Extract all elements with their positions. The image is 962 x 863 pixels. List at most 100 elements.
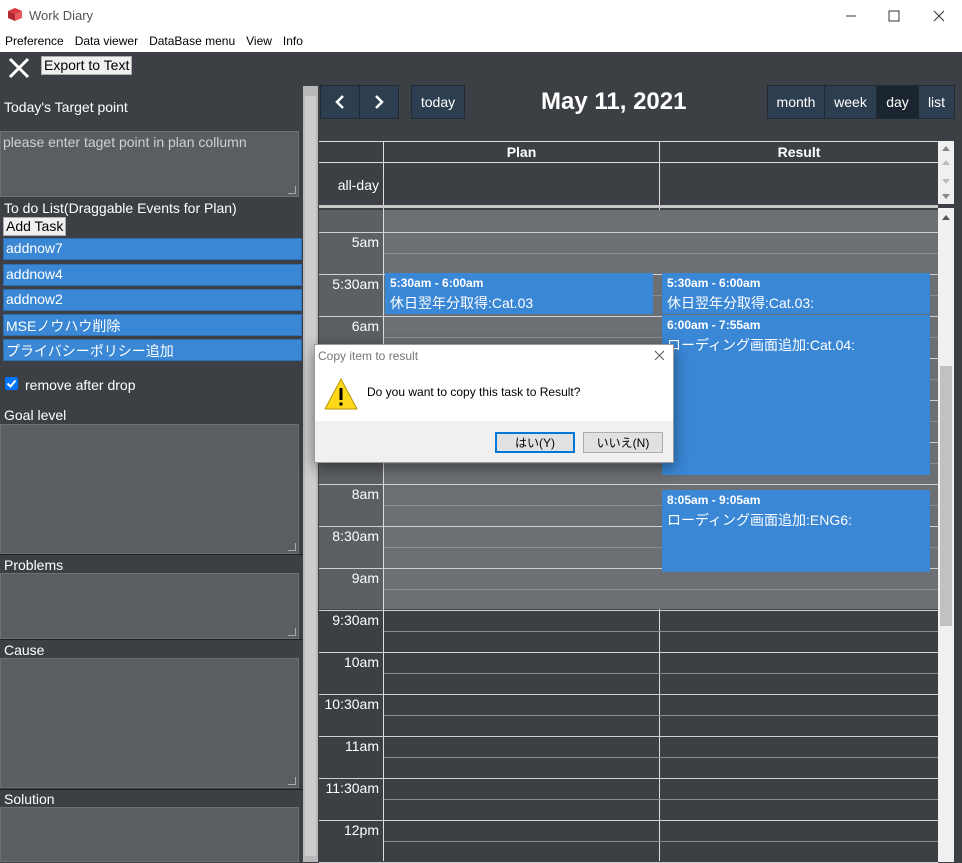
export-to-text-button[interactable]: Export to Text (41, 56, 133, 75)
scrollbar-thumb[interactable] (305, 96, 316, 856)
event-title: ローディング画面追加:Cat.04: (667, 337, 856, 353)
solution-input[interactable] (0, 807, 299, 862)
cause-input[interactable] (0, 658, 299, 788)
goal-level-input[interactable] (0, 424, 299, 554)
dialog-title: Copy item to result (318, 349, 419, 363)
time-label: 11am (345, 738, 379, 754)
allday-divider (319, 205, 938, 208)
result-event-3[interactable]: 8:05am - 9:05am ローディング画面追加:ENG6: (662, 490, 930, 572)
today-button[interactable]: today (411, 85, 465, 119)
chevron-right-icon (375, 95, 384, 109)
scroll-up-icon[interactable] (938, 208, 954, 224)
time-label: 6am (351, 318, 379, 334)
panel-scrollbar[interactable] (303, 86, 318, 862)
event-title: 休日翌年分取得:Cat.03: (667, 295, 815, 311)
time-label: 12pm (343, 822, 379, 838)
column-header-plan: Plan (506, 144, 537, 160)
event-time: 5:30am - 6:00am (667, 276, 761, 290)
window-title: Work Diary (29, 8, 94, 23)
next-button[interactable] (359, 85, 399, 119)
slot-line (319, 232, 938, 233)
remove-after-drop-checkbox[interactable] (5, 377, 18, 390)
add-task-button[interactable]: Add Task (3, 217, 67, 236)
todo-item-1[interactable]: addnow7 (3, 238, 302, 260)
event-time: 5:30am - 6:00am (390, 276, 484, 290)
minor-slot-line (384, 631, 938, 632)
divider (0, 639, 303, 640)
yes-button[interactable]: はい(Y) (495, 432, 575, 453)
column-header-result: Result (777, 144, 821, 160)
resize-grip-icon[interactable] (288, 186, 296, 194)
slot-line (319, 778, 938, 779)
title-bar: Work Diary (0, 0, 962, 32)
todo-item-3[interactable]: addnow2 (3, 289, 302, 311)
slot-line (319, 820, 938, 821)
menu-preference[interactable]: Preference (0, 32, 70, 52)
resize-grip-icon[interactable] (288, 628, 296, 636)
view-list-button[interactable]: list (918, 85, 955, 119)
todo-label: To do List(Draggable Events for Plan) (4, 200, 237, 216)
dialog-message: Do you want to copy this task to Result? (367, 385, 581, 399)
problems-label: Problems (4, 557, 64, 573)
target-input[interactable]: please enter taget point in plan collumn (0, 131, 299, 197)
left-panel: Export to Text Today's Target point plea… (0, 52, 303, 862)
close-icon[interactable] (916, 0, 962, 32)
chevron-left-icon (335, 95, 344, 109)
view-day-button[interactable]: day (876, 85, 919, 119)
allday-label: all-day (337, 177, 379, 193)
maximize-icon[interactable] (871, 0, 917, 32)
resize-grip-icon[interactable] (288, 543, 296, 551)
menu-info[interactable]: Info (278, 32, 309, 52)
menu-data-viewer[interactable]: Data viewer (70, 32, 144, 52)
no-button[interactable]: いいえ(N) (583, 432, 663, 453)
menu-database[interactable]: DataBase menu (144, 32, 241, 52)
result-event-1[interactable]: 5:30am - 6:00am 休日翌年分取得:Cat.03: (662, 273, 930, 314)
goal-level-label: Goal level (4, 407, 67, 423)
minor-slot-line (384, 673, 938, 674)
result-event-2[interactable]: 6:00am - 7:55am ローディング画面追加:Cat.04: (662, 315, 930, 475)
checkmark-icon (6, 379, 17, 388)
minor-slot-line (384, 799, 938, 800)
event-title: ローディング画面追加:ENG6: (667, 512, 852, 528)
view-week-button[interactable]: week (824, 85, 877, 119)
time-label: 10:30am (324, 696, 379, 712)
slot-line (319, 652, 938, 653)
plan-event-1[interactable]: 5:30am - 6:00am 休日翌年分取得:Cat.03 (385, 273, 653, 314)
time-label: 8:30am (332, 528, 379, 544)
remove-after-drop-label: remove after drop (25, 377, 136, 393)
todo-item-5[interactable]: プライバシーポリシー追加 (3, 339, 302, 361)
view-month-button[interactable]: month (767, 85, 825, 119)
target-placeholder: please enter taget point in plan collumn (3, 134, 247, 150)
time-label: 8am (351, 486, 379, 502)
problems-input[interactable] (0, 573, 299, 639)
scrollbar-thumb[interactable] (940, 366, 952, 626)
time-label: 10am (343, 654, 379, 670)
time-label: 5:30am (332, 276, 379, 292)
target-label: Today's Target point (4, 99, 128, 115)
scroll-arrows-icon (942, 146, 950, 199)
allday-scrollbar[interactable] (938, 141, 954, 204)
dialog-close-icon[interactable] (654, 348, 665, 364)
prev-button[interactable] (320, 85, 360, 119)
slot-line (319, 736, 938, 737)
event-title: 休日翌年分取得:Cat.03 (390, 295, 534, 311)
event-time: 8:05am - 9:05am (667, 493, 761, 507)
menu-view[interactable]: View (241, 32, 278, 52)
minor-slot-line (384, 715, 938, 716)
time-label: 9:30am (332, 612, 379, 628)
minor-slot-line (384, 841, 938, 842)
resize-grip-icon[interactable] (288, 777, 296, 785)
time-label: 5am (351, 234, 379, 250)
close-panel-icon[interactable] (8, 57, 30, 79)
todo-item-2[interactable]: addnow4 (3, 264, 302, 286)
cause-label: Cause (4, 642, 45, 658)
slot-line (319, 694, 938, 695)
minor-slot-line (384, 589, 938, 590)
slot-line (319, 610, 938, 611)
divider (0, 789, 303, 790)
timegrid-scrollbar[interactable] (938, 208, 954, 862)
minor-slot-line (384, 757, 938, 758)
minimize-icon[interactable] (828, 0, 874, 32)
warning-icon (324, 378, 358, 410)
todo-item-4[interactable]: MSEノウハウ削除 (3, 314, 302, 336)
